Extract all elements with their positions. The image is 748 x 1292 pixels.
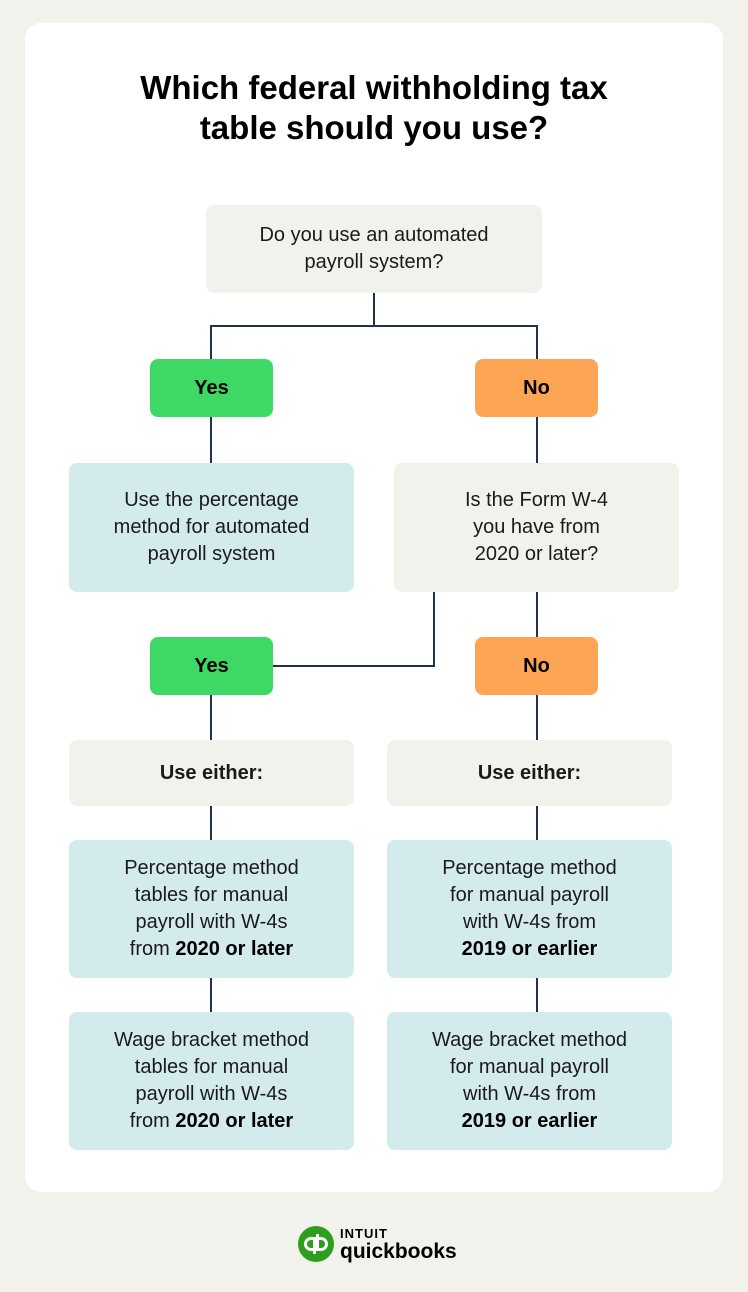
result-text: tables for manual bbox=[134, 884, 289, 906]
connector bbox=[433, 592, 435, 667]
result-text: Use the percentage bbox=[124, 489, 299, 511]
question-text: payroll system? bbox=[304, 251, 444, 273]
result-emphasis: 2020 or later bbox=[175, 1110, 294, 1132]
result-prefix: from bbox=[129, 1110, 176, 1132]
result-emphasis: 2019 or earlier bbox=[461, 1110, 598, 1132]
no-label: No bbox=[523, 654, 550, 677]
connector bbox=[536, 806, 538, 840]
no-badge-1: No bbox=[475, 359, 598, 417]
connector bbox=[536, 325, 538, 359]
question-w4-year: Is the Form W-4 you have from 2020 or la… bbox=[394, 463, 679, 592]
connector bbox=[536, 417, 538, 463]
yes-badge-1: Yes bbox=[150, 359, 273, 417]
result-text: method for automated bbox=[113, 516, 310, 538]
logo-intuit-text: INTUIT bbox=[340, 1225, 388, 1241]
result-text: with W-4s from bbox=[463, 1083, 596, 1105]
qb-logo-icon bbox=[298, 1226, 334, 1262]
result-text: for manual payroll bbox=[450, 1056, 609, 1078]
question-text: Is the Form W-4 bbox=[465, 489, 608, 511]
result-text: 2019 or earlier bbox=[442, 936, 617, 963]
result-text: from 2020 or later bbox=[124, 936, 299, 963]
yes-label: Yes bbox=[194, 654, 229, 677]
result-automated-percentage: Use the percentage method for automated … bbox=[69, 463, 354, 592]
logo-quickbooks-text: quickbooks bbox=[340, 1239, 457, 1263]
connector bbox=[373, 293, 375, 326]
result-text: 2019 or earlier bbox=[432, 1108, 627, 1135]
result-text: tables for manual bbox=[134, 1056, 289, 1078]
connector bbox=[273, 665, 435, 667]
result-text: payroll with W-4s bbox=[135, 1083, 288, 1105]
result-text: Wage bracket method bbox=[114, 1029, 309, 1051]
right-wage-bracket-method: Wage bracket method for manual payroll w… bbox=[387, 1012, 672, 1150]
connector bbox=[210, 978, 212, 1012]
question-automated-payroll: Do you use an automated payroll system? bbox=[206, 205, 542, 293]
result-text: payroll system bbox=[147, 543, 276, 565]
use-either-left: Use either: bbox=[69, 740, 354, 806]
connector bbox=[210, 806, 212, 840]
use-either-right: Use either: bbox=[387, 740, 672, 806]
question-text: Do you use an automated bbox=[259, 224, 489, 246]
right-percentage-method: Percentage method for manual payroll wit… bbox=[387, 840, 672, 978]
use-either-label: Use either: bbox=[477, 761, 582, 784]
title-line-1: Which federal withholding tax bbox=[140, 69, 608, 106]
result-emphasis: 2019 or earlier bbox=[461, 938, 598, 960]
connector bbox=[536, 695, 538, 740]
connector bbox=[210, 325, 538, 327]
connector bbox=[210, 695, 212, 740]
question-text: you have from bbox=[473, 516, 600, 538]
result-text: Percentage method bbox=[442, 857, 617, 879]
result-text: with W-4s from bbox=[463, 911, 596, 933]
result-prefix: from bbox=[129, 938, 176, 960]
no-badge-2: No bbox=[475, 637, 598, 695]
connector bbox=[536, 592, 538, 637]
left-wage-bracket-method: Wage bracket method tables for manual pa… bbox=[69, 1012, 354, 1150]
intuit-quickbooks-logo: INTUIT quickbooks bbox=[298, 1226, 457, 1262]
result-text: Percentage method bbox=[124, 857, 299, 879]
result-text: from 2020 or later bbox=[114, 1108, 309, 1135]
result-text: for manual payroll bbox=[450, 884, 609, 906]
yes-badge-2: Yes bbox=[150, 637, 273, 695]
use-either-label: Use either: bbox=[159, 761, 264, 784]
no-label: No bbox=[523, 376, 550, 399]
yes-label: Yes bbox=[194, 376, 229, 399]
left-percentage-method: Percentage method tables for manual payr… bbox=[69, 840, 354, 978]
connector bbox=[536, 978, 538, 1012]
question-text: 2020 or later? bbox=[474, 543, 599, 565]
result-text: Wage bracket method bbox=[432, 1029, 627, 1051]
result-text: payroll with W-4s bbox=[135, 911, 288, 933]
result-emphasis: 2020 or later bbox=[175, 938, 294, 960]
connector bbox=[210, 417, 212, 463]
page-title: Which federal withholding tax table shou… bbox=[0, 68, 748, 148]
title-line-2: table should you use? bbox=[199, 109, 549, 146]
connector bbox=[210, 325, 212, 359]
